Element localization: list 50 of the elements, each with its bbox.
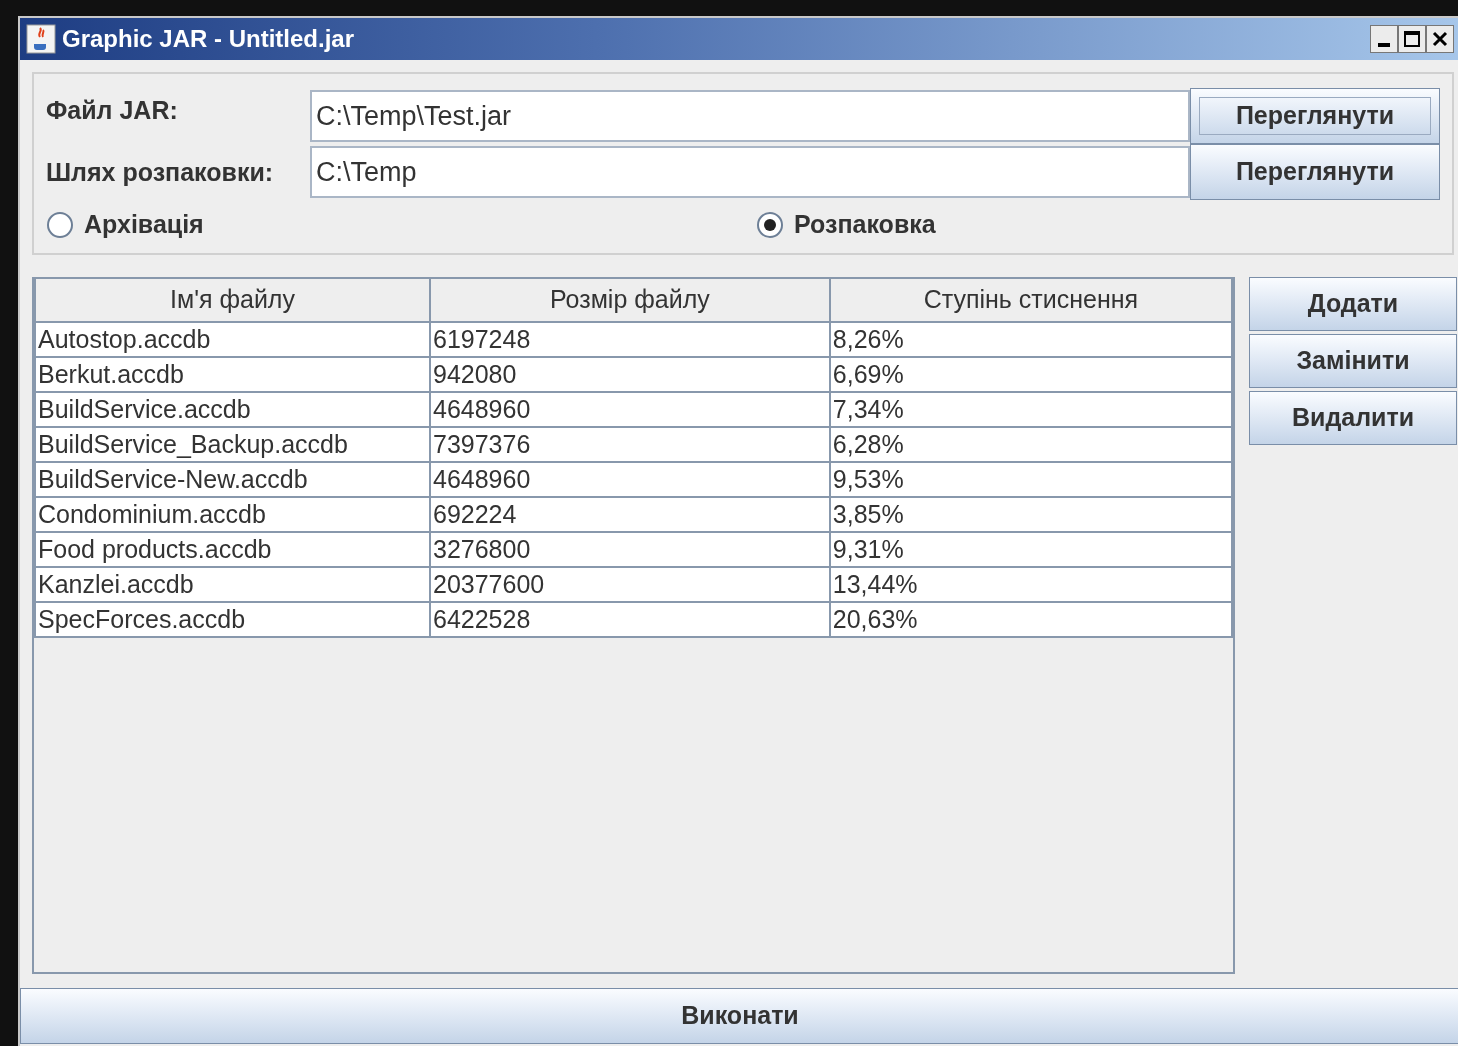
minimize-button[interactable] xyxy=(1370,25,1398,53)
app-icon xyxy=(26,24,56,54)
table-cell: 6197248 xyxy=(430,322,830,357)
table-cell: 6422528 xyxy=(430,602,830,637)
table-cell: Kanzlei.accdb xyxy=(35,567,430,602)
browse-button[interactable]: Переглянути xyxy=(1190,88,1440,144)
maximize-button[interactable] xyxy=(1398,25,1426,53)
table-cell: 20377600 xyxy=(430,567,830,602)
table-cell: 20,63% xyxy=(829,602,1232,637)
table-cell: BuildService.accdb xyxy=(35,392,430,427)
browse-button[interactable]: Переглянути xyxy=(1190,144,1440,200)
column-header[interactable]: Розмір файлу xyxy=(430,279,830,322)
table-cell: 4648960 xyxy=(430,392,830,427)
table-cell: 6,69% xyxy=(829,357,1232,392)
table-cell: 3,85% xyxy=(829,497,1232,532)
table-cell: BuildService_Backup.accdb xyxy=(35,427,430,462)
table-cell: BuildService-New.accdb xyxy=(35,462,430,497)
table-cell: 4648960 xyxy=(430,462,830,497)
close-button[interactable] xyxy=(1426,25,1454,53)
window-title: Graphic JAR - Untitled.jar xyxy=(62,24,355,54)
table-cell: 13,44% xyxy=(829,567,1232,602)
table-cell: 7397376 xyxy=(430,427,830,462)
radio-option[interactable]: Архівація xyxy=(46,206,756,244)
action-button[interactable]: Замінити xyxy=(1249,334,1457,388)
table-cell: 8,26% xyxy=(829,322,1232,357)
path-field[interactable]: C:\Temp xyxy=(310,146,1190,198)
table-cell: Autostop.accdb xyxy=(35,322,430,357)
run-button[interactable]: Виконати xyxy=(20,988,1458,1044)
table-cell: SpecForces.accdb xyxy=(35,602,430,637)
table-cell: 692224 xyxy=(430,497,830,532)
action-button[interactable]: Видалити xyxy=(1249,391,1457,445)
table-cell: 9,53% xyxy=(829,462,1232,497)
close-icon xyxy=(1431,30,1449,48)
table-cell: 942080 xyxy=(430,357,830,392)
maximize-icon xyxy=(1403,30,1421,48)
table-cell: 3276800 xyxy=(430,532,830,567)
minimize-icon xyxy=(1378,43,1390,47)
action-button[interactable]: Додати xyxy=(1249,277,1457,331)
column-header[interactable]: Ім'я файлу xyxy=(35,279,430,322)
field-label: Файл JAR: xyxy=(46,95,179,126)
table-cell: Food products.accdb xyxy=(35,532,430,567)
radio-option[interactable]: Розпаковка xyxy=(756,206,936,244)
table-cell: Condominium.accdb xyxy=(35,497,430,532)
table-cell: 9,31% xyxy=(829,532,1232,567)
column-header[interactable]: Ступінь стиснення xyxy=(829,279,1232,322)
table-cell: 7,34% xyxy=(829,392,1232,427)
field-label: Шлях розпаковки: xyxy=(46,157,275,188)
table-cell: 6,28% xyxy=(829,427,1232,462)
path-field[interactable]: C:\Temp\Test.jar xyxy=(310,90,1190,142)
table-cell: Berkut.accdb xyxy=(35,357,430,392)
